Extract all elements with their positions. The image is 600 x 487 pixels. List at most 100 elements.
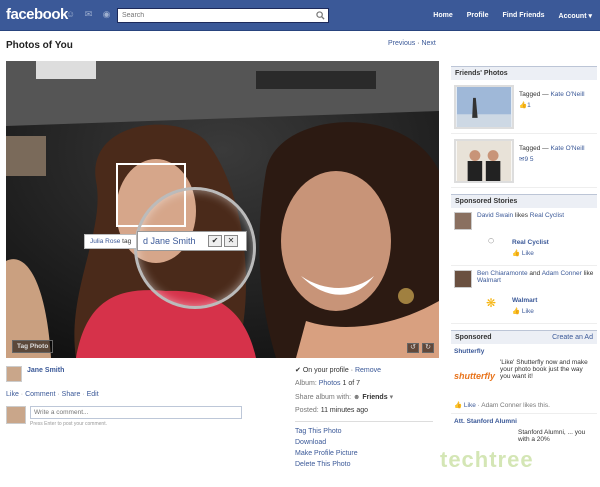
- ad-body: 'Like' Shutterfly now and make your phot…: [500, 359, 588, 380]
- friend-photo-thumb[interactable]: [454, 139, 514, 183]
- tagged-person[interactable]: Kate O'Neill: [550, 145, 584, 152]
- close-icon: ✕: [227, 236, 235, 245]
- ad-title[interactable]: Shutterfly: [454, 348, 594, 355]
- like-link[interactable]: Like: [6, 391, 19, 398]
- thumbs-up-icon: 👍: [519, 102, 528, 109]
- sponsored-story: Ben Chiaramonte and Adam Conner like Wal…: [451, 266, 597, 324]
- rotate-right-icon[interactable]: ↻: [422, 343, 434, 353]
- confirm-tag-button[interactable]: ✔: [208, 235, 222, 247]
- owner-avatar[interactable]: [6, 366, 22, 382]
- story-actor[interactable]: David Swain: [477, 212, 513, 219]
- nav-account[interactable]: Account ▾: [559, 12, 592, 20]
- divider: [295, 421, 433, 422]
- walmart-logo[interactable]: ❋: [476, 293, 506, 319]
- photo-counts: 1: [527, 102, 531, 109]
- friend-requests-icon[interactable]: ☺: [64, 9, 77, 20]
- photo-owner: Jane Smith: [6, 366, 64, 382]
- delete-photo-link[interactable]: Delete This Photo: [295, 461, 433, 468]
- tag-name-input[interactable]: d Jane Smith ✔ ✕: [137, 231, 247, 251]
- remove-link[interactable]: Remove: [355, 367, 381, 374]
- page-like-button[interactable]: 👍 Like: [512, 249, 549, 257]
- comment-hint: Press Enter to post your comment.: [30, 421, 107, 427]
- edit-link[interactable]: Edit: [87, 391, 99, 398]
- tagged-label: Tagged —: [519, 145, 549, 152]
- story-actor-2[interactable]: Adam Conner: [542, 270, 582, 277]
- nav-home[interactable]: Home: [433, 12, 452, 20]
- photo-counts: 9 5: [524, 156, 534, 163]
- page-like-label: Like: [521, 308, 534, 315]
- page-title: Photos of You: [6, 40, 73, 51]
- page-like-label: Like: [521, 250, 534, 257]
- friend-photo-item[interactable]: Tagged — Kate O'Neill 👍1: [451, 80, 597, 134]
- comment-link[interactable]: Comment: [25, 391, 55, 398]
- search-box: [117, 8, 329, 23]
- on-profile-text: On your profile: [302, 367, 349, 374]
- page-name[interactable]: Real Cyclist: [512, 239, 549, 246]
- tagger-name[interactable]: Julia Rose: [90, 238, 120, 245]
- facebook-logo[interactable]: facebook: [6, 6, 68, 23]
- story-actor[interactable]: Ben Chiaramonte: [477, 270, 528, 277]
- rotate-left-icon[interactable]: ↺: [407, 343, 419, 353]
- comment-input[interactable]: [30, 406, 242, 419]
- page-like-button[interactable]: 👍 Like: [512, 307, 537, 315]
- top-nav: Home Profile Find Friends Account ▾: [433, 12, 592, 20]
- story-page[interactable]: Walmart: [477, 277, 501, 284]
- story-verb: and: [527, 270, 542, 277]
- ad-shutterfly[interactable]: Shutterfly shutterfly 'Like' Shutterfly n…: [451, 344, 597, 413]
- tag-input-value: d Jane Smith: [143, 236, 196, 246]
- tagger-suffix: tag: [120, 238, 132, 245]
- notifications-icon[interactable]: ◉: [100, 9, 113, 20]
- sponsored-title: Sponsored: [455, 334, 492, 341]
- real-cyclist-logo[interactable]: ◯: [476, 235, 506, 261]
- share-link[interactable]: Share: [62, 391, 81, 398]
- ad-title[interactable]: Att. Stanford Alumni: [454, 418, 594, 425]
- album-link[interactable]: Photos: [319, 380, 341, 387]
- tag-photo-button[interactable]: Tag Photo: [12, 340, 54, 353]
- friends-photos-header: Friends' Photos: [451, 66, 597, 80]
- create-ad-link[interactable]: Create an Ad: [552, 334, 593, 341]
- main-photo[interactable]: Julia Rose tag d Jane Smith ✔ ✕ Tag Phot…: [6, 61, 439, 358]
- chevron-down-icon[interactable]: ▾: [390, 394, 394, 401]
- next-link[interactable]: Next: [421, 40, 435, 47]
- previous-link[interactable]: Previous: [388, 40, 415, 47]
- check-icon: ✔: [295, 367, 301, 374]
- watermark: techtree: [440, 447, 534, 472]
- ad-like-label: Like: [463, 402, 476, 409]
- sponsored-stories-title: Sponsored Stories: [455, 198, 518, 205]
- photo-actions: Like · Comment · Share · Edit: [6, 391, 99, 398]
- sponsored-header: Sponsored Create an Ad: [451, 330, 597, 344]
- ad-stanford[interactable]: Att. Stanford Alumni Stanford Alumni, ..…: [451, 413, 597, 447]
- shutterfly-logo[interactable]: shutterfly: [454, 371, 495, 393]
- search-icon[interactable]: [316, 11, 325, 20]
- tagger-tooltip: Julia Rose tag: [84, 234, 138, 249]
- album-position: 1 of 7: [342, 380, 361, 387]
- right-sidebar: Friends' Photos Tagged — Kate O'Neill 👍1 …: [451, 66, 597, 447]
- tagged-person[interactable]: Kate O'Neill: [550, 91, 584, 98]
- nav-profile[interactable]: Profile: [467, 12, 489, 20]
- tag-this-photo-link[interactable]: Tag This Photo: [295, 428, 433, 435]
- avatar[interactable]: [454, 270, 472, 288]
- share-privacy-select[interactable]: Friends: [362, 394, 387, 401]
- search-input[interactable]: [118, 9, 308, 22]
- avatar[interactable]: [454, 212, 472, 230]
- page-name[interactable]: Walmart: [512, 297, 537, 304]
- download-link[interactable]: Download: [295, 439, 433, 446]
- share-label: Share album with:: [295, 394, 352, 401]
- posted-label: Posted:: [295, 407, 319, 414]
- nav-find-friends[interactable]: Find Friends: [503, 12, 545, 20]
- sponsored-story: David Swain likes Real Cyclist ◯ Real Cyc…: [451, 208, 597, 266]
- photo-meta: ✔ On your profile · Remove Album: Photos…: [295, 366, 433, 472]
- friend-photo-thumb[interactable]: [454, 85, 514, 129]
- friends-photos-title: Friends' Photos: [455, 70, 508, 77]
- friend-photo-item[interactable]: Tagged — Kate O'Neill ✉9 5: [451, 134, 597, 188]
- owner-name[interactable]: Jane Smith: [27, 367, 64, 382]
- make-profile-picture-link[interactable]: Make Profile Picture: [295, 450, 433, 457]
- messages-icon[interactable]: ✉: [82, 9, 95, 20]
- top-bar: facebook ☺ ✉ ◉ Home Profile Find Friends…: [0, 0, 600, 31]
- cancel-tag-button[interactable]: ✕: [224, 235, 238, 247]
- tagged-label: Tagged —: [519, 91, 549, 98]
- story-page[interactable]: Real Cyclist: [530, 212, 564, 219]
- notification-jewels: ☺ ✉ ◉: [64, 9, 113, 20]
- posted-time: 11 minutes ago: [320, 407, 369, 414]
- ad-like-button[interactable]: 👍 Like: [454, 402, 476, 409]
